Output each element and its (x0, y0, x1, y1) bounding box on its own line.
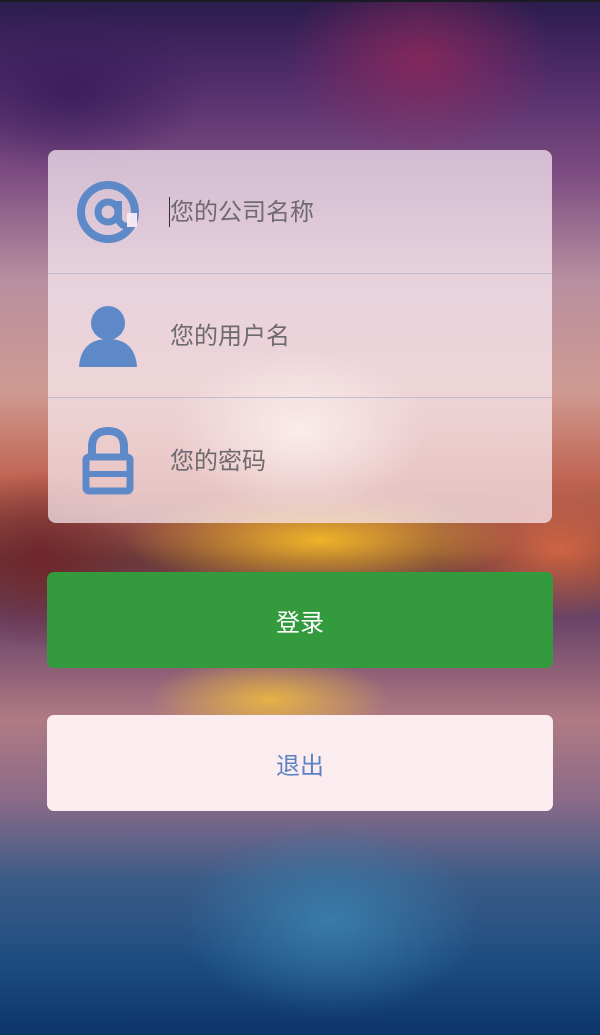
status-bar-edge (0, 0, 600, 2)
company-field-row[interactable] (48, 150, 552, 273)
exit-button[interactable]: 退出 (47, 715, 553, 811)
login-screen: 登录 退出 (0, 0, 600, 1035)
username-field-row[interactable] (48, 274, 552, 397)
password-field-row[interactable] (48, 398, 552, 523)
company-name-input[interactable] (170, 189, 520, 234)
password-input[interactable] (170, 438, 520, 483)
at-sign-icon (74, 178, 142, 246)
login-form-card (48, 150, 552, 523)
user-icon (74, 302, 142, 370)
login-button[interactable]: 登录 (47, 572, 553, 668)
lock-icon (74, 426, 142, 495)
username-input[interactable] (170, 313, 520, 358)
